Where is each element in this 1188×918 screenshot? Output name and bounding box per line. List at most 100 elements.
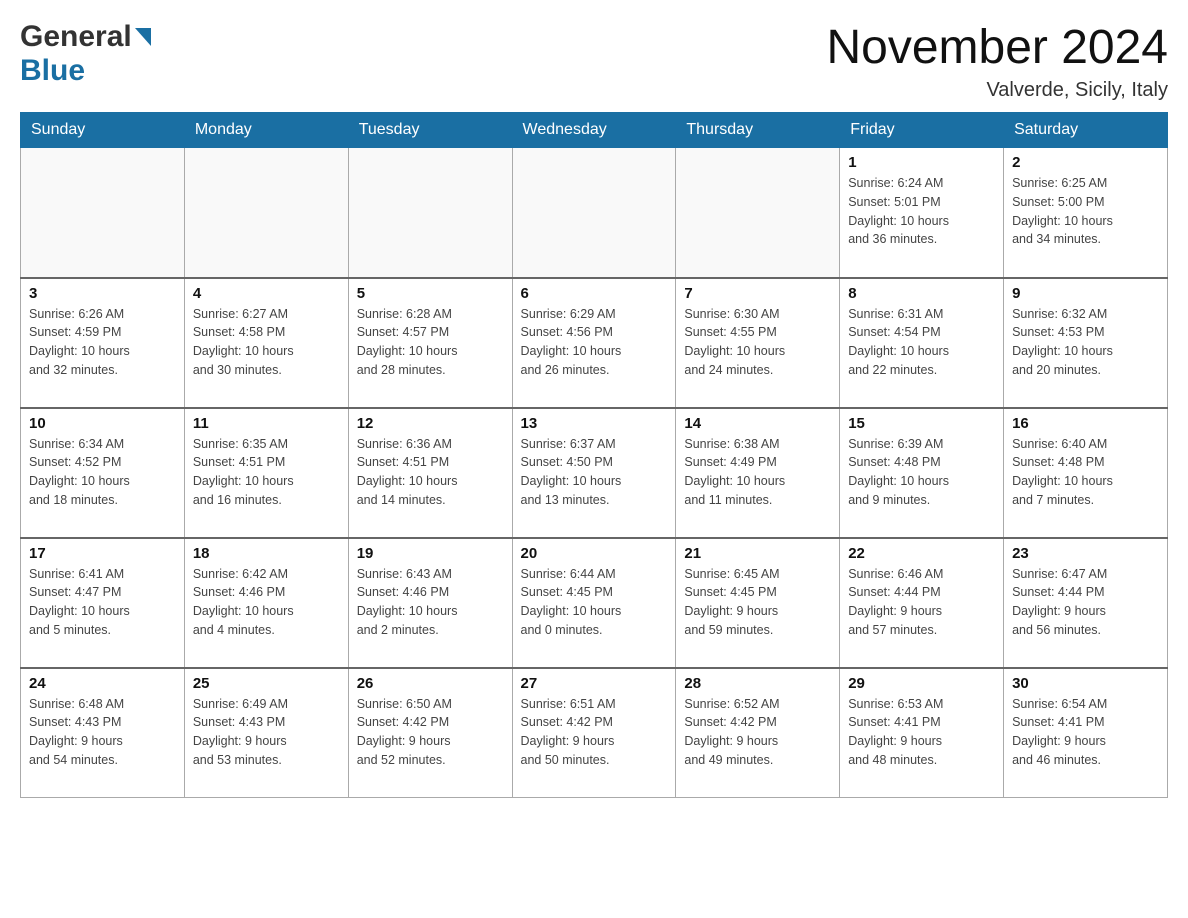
day-info: Sunrise: 6:43 AM Sunset: 4:46 PM Dayligh… bbox=[357, 565, 504, 640]
day-info: Sunrise: 6:41 AM Sunset: 4:47 PM Dayligh… bbox=[29, 565, 176, 640]
day-number: 1 bbox=[848, 154, 995, 171]
calendar-cell: 13 Sunrise: 6:37 AM Sunset: 4:50 PM Dayli… bbox=[512, 408, 676, 538]
weekday-header-wednesday: Wednesday bbox=[512, 113, 676, 148]
calendar-cell bbox=[676, 148, 840, 278]
calendar-cell: 4Sunrise: 6:27 AM Sunset: 4:58 PM Daylig… bbox=[184, 278, 348, 408]
weekday-header-thursday: Thursday bbox=[676, 113, 840, 148]
day-number: 5 bbox=[357, 285, 504, 302]
calendar-cell: 18 Sunrise: 6:42 AM Sunset: 4:46 PM Dayli… bbox=[184, 538, 348, 668]
location: Valverde, Sicily, Italy bbox=[826, 79, 1168, 102]
calendar-cell: 5 Sunrise: 6:28 AM Sunset: 4:57 PM Daylig… bbox=[348, 278, 512, 408]
logo-flag-icon bbox=[135, 28, 151, 46]
day-number: 12 bbox=[357, 415, 504, 432]
weekday-header-row: SundayMondayTuesdayWednesdayThursdayFrid… bbox=[21, 113, 1168, 148]
day-info: Sunrise: 6:53 AM Sunset: 4:41 PM Dayligh… bbox=[848, 695, 995, 770]
calendar-cell: 25Sunrise: 6:49 AM Sunset: 4:43 PM Dayli… bbox=[184, 668, 348, 798]
day-number: 18 bbox=[193, 545, 340, 562]
day-number: 6 bbox=[521, 285, 668, 302]
calendar-week-row: 24Sunrise: 6:48 AM Sunset: 4:43 PM Dayli… bbox=[21, 668, 1168, 798]
logo-blue: Blue bbox=[20, 54, 85, 87]
day-number: 20 bbox=[521, 545, 668, 562]
day-info: Sunrise: 6:27 AM Sunset: 4:58 PM Dayligh… bbox=[193, 305, 340, 380]
day-info: Sunrise: 6:51 AM Sunset: 4:42 PM Dayligh… bbox=[521, 695, 668, 770]
calendar-week-row: 3 Sunrise: 6:26 AM Sunset: 4:59 PM Daylig… bbox=[21, 278, 1168, 408]
calendar-cell: 28Sunrise: 6:52 AM Sunset: 4:42 PM Dayli… bbox=[676, 668, 840, 798]
day-number: 15 bbox=[848, 415, 995, 432]
calendar-cell: 1 Sunrise: 6:24 AM Sunset: 5:01 PM Daylig… bbox=[840, 148, 1004, 278]
day-info: Sunrise: 6:54 AM Sunset: 4:41 PM Dayligh… bbox=[1012, 695, 1159, 770]
calendar-cell bbox=[512, 148, 676, 278]
day-number: 13 bbox=[521, 415, 668, 432]
calendar-cell: 9 Sunrise: 6:32 AM Sunset: 4:53 PM Daylig… bbox=[1004, 278, 1168, 408]
day-number: 17 bbox=[29, 545, 176, 562]
day-number: 21 bbox=[684, 545, 831, 562]
day-number: 10 bbox=[29, 415, 176, 432]
calendar-week-row: 17 Sunrise: 6:41 AM Sunset: 4:47 PM Dayli… bbox=[21, 538, 1168, 668]
day-info: Sunrise: 6:28 AM Sunset: 4:57 PM Dayligh… bbox=[357, 305, 504, 380]
day-info: Sunrise: 6:36 AM Sunset: 4:51 PM Dayligh… bbox=[357, 435, 504, 510]
day-info: Sunrise: 6:40 AM Sunset: 4:48 PM Dayligh… bbox=[1012, 435, 1159, 510]
calendar-cell: 8 Sunrise: 6:31 AM Sunset: 4:54 PM Daylig… bbox=[840, 278, 1004, 408]
day-info: Sunrise: 6:50 AM Sunset: 4:42 PM Dayligh… bbox=[357, 695, 504, 770]
calendar-cell: 15 Sunrise: 6:39 AM Sunset: 4:48 PM Dayli… bbox=[840, 408, 1004, 538]
month-title: November 2024 bbox=[826, 20, 1168, 75]
calendar-cell: 30 Sunrise: 6:54 AM Sunset: 4:41 PM Dayli… bbox=[1004, 668, 1168, 798]
day-number: 2 bbox=[1012, 154, 1159, 171]
calendar-cell: 29Sunrise: 6:53 AM Sunset: 4:41 PM Dayli… bbox=[840, 668, 1004, 798]
header: General Blue November 2024 Valverde, Sic… bbox=[20, 20, 1168, 102]
calendar-cell: 17 Sunrise: 6:41 AM Sunset: 4:47 PM Dayli… bbox=[21, 538, 185, 668]
day-info: Sunrise: 6:24 AM Sunset: 5:01 PM Dayligh… bbox=[848, 174, 995, 249]
day-info: Sunrise: 6:52 AM Sunset: 4:42 PM Dayligh… bbox=[684, 695, 831, 770]
day-info: Sunrise: 6:38 AM Sunset: 4:49 PM Dayligh… bbox=[684, 435, 831, 510]
logo: General Blue bbox=[20, 20, 151, 88]
title-area: November 2024 Valverde, Sicily, Italy bbox=[826, 20, 1168, 102]
day-info: Sunrise: 6:26 AM Sunset: 4:59 PM Dayligh… bbox=[29, 305, 176, 380]
calendar-table: SundayMondayTuesdayWednesdayThursdayFrid… bbox=[20, 112, 1168, 798]
day-number: 16 bbox=[1012, 415, 1159, 432]
weekday-header-monday: Monday bbox=[184, 113, 348, 148]
day-info: Sunrise: 6:25 AM Sunset: 5:00 PM Dayligh… bbox=[1012, 174, 1159, 249]
day-info: Sunrise: 6:35 AM Sunset: 4:51 PM Dayligh… bbox=[193, 435, 340, 510]
day-info: Sunrise: 6:39 AM Sunset: 4:48 PM Dayligh… bbox=[848, 435, 995, 510]
day-info: Sunrise: 6:34 AM Sunset: 4:52 PM Dayligh… bbox=[29, 435, 176, 510]
calendar-cell: 12 Sunrise: 6:36 AM Sunset: 4:51 PM Dayli… bbox=[348, 408, 512, 538]
calendar-week-row: 1 Sunrise: 6:24 AM Sunset: 5:01 PM Daylig… bbox=[21, 148, 1168, 278]
calendar-cell: 27Sunrise: 6:51 AM Sunset: 4:42 PM Dayli… bbox=[512, 668, 676, 798]
day-info: Sunrise: 6:45 AM Sunset: 4:45 PM Dayligh… bbox=[684, 565, 831, 640]
calendar-cell: 16 Sunrise: 6:40 AM Sunset: 4:48 PM Dayli… bbox=[1004, 408, 1168, 538]
day-number: 26 bbox=[357, 675, 504, 692]
day-number: 19 bbox=[357, 545, 504, 562]
calendar-cell: 20 Sunrise: 6:44 AM Sunset: 4:45 PM Dayli… bbox=[512, 538, 676, 668]
day-info: Sunrise: 6:37 AM Sunset: 4:50 PM Dayligh… bbox=[521, 435, 668, 510]
day-number: 30 bbox=[1012, 675, 1159, 692]
day-info: Sunrise: 6:44 AM Sunset: 4:45 PM Dayligh… bbox=[521, 565, 668, 640]
calendar-cell: 23Sunrise: 6:47 AM Sunset: 4:44 PM Dayli… bbox=[1004, 538, 1168, 668]
calendar-cell bbox=[21, 148, 185, 278]
day-info: Sunrise: 6:31 AM Sunset: 4:54 PM Dayligh… bbox=[848, 305, 995, 380]
weekday-header-sunday: Sunday bbox=[21, 113, 185, 148]
calendar-cell: 2 Sunrise: 6:25 AM Sunset: 5:00 PM Daylig… bbox=[1004, 148, 1168, 278]
calendar-cell: 22Sunrise: 6:46 AM Sunset: 4:44 PM Dayli… bbox=[840, 538, 1004, 668]
calendar-cell: 6Sunrise: 6:29 AM Sunset: 4:56 PM Daylig… bbox=[512, 278, 676, 408]
calendar-cell: 19 Sunrise: 6:43 AM Sunset: 4:46 PM Dayli… bbox=[348, 538, 512, 668]
day-info: Sunrise: 6:42 AM Sunset: 4:46 PM Dayligh… bbox=[193, 565, 340, 640]
weekday-header-tuesday: Tuesday bbox=[348, 113, 512, 148]
day-info: Sunrise: 6:32 AM Sunset: 4:53 PM Dayligh… bbox=[1012, 305, 1159, 380]
day-number: 9 bbox=[1012, 285, 1159, 302]
calendar-cell bbox=[348, 148, 512, 278]
calendar-cell: 3 Sunrise: 6:26 AM Sunset: 4:59 PM Daylig… bbox=[21, 278, 185, 408]
day-number: 24 bbox=[29, 675, 176, 692]
day-number: 14 bbox=[684, 415, 831, 432]
day-number: 23 bbox=[1012, 545, 1159, 562]
calendar-cell: 10 Sunrise: 6:34 AM Sunset: 4:52 PM Dayli… bbox=[21, 408, 185, 538]
weekday-header-saturday: Saturday bbox=[1004, 113, 1168, 148]
day-number: 8 bbox=[848, 285, 995, 302]
calendar-week-row: 10 Sunrise: 6:34 AM Sunset: 4:52 PM Dayli… bbox=[21, 408, 1168, 538]
calendar-cell: 7Sunrise: 6:30 AM Sunset: 4:55 PM Daylig… bbox=[676, 278, 840, 408]
calendar-cell: 26 Sunrise: 6:50 AM Sunset: 4:42 PM Dayli… bbox=[348, 668, 512, 798]
logo-general: General bbox=[20, 20, 132, 54]
day-number: 22 bbox=[848, 545, 995, 562]
day-number: 3 bbox=[29, 285, 176, 302]
day-info: Sunrise: 6:49 AM Sunset: 4:43 PM Dayligh… bbox=[193, 695, 340, 770]
calendar-cell: 21 Sunrise: 6:45 AM Sunset: 4:45 PM Dayli… bbox=[676, 538, 840, 668]
